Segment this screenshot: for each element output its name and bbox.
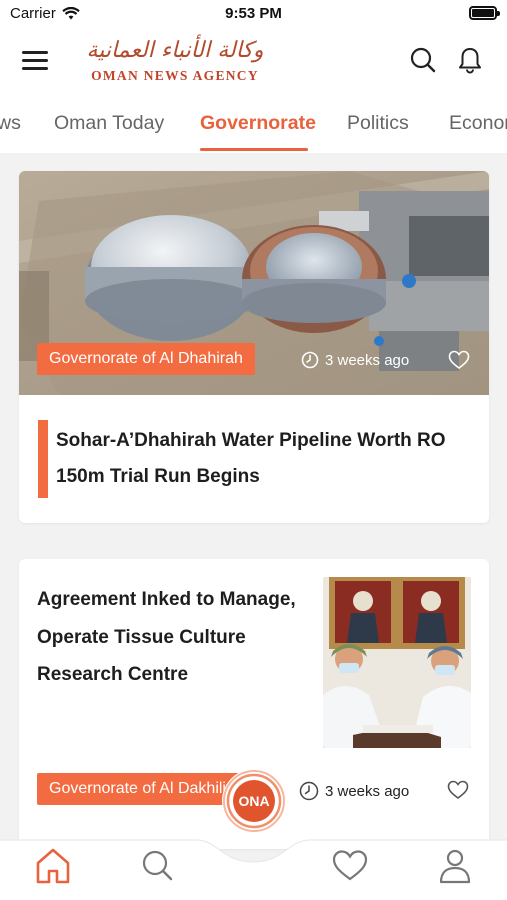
app-header: وكالة الأنباء العمانية OMAN NEWS AGENCY	[0, 28, 507, 96]
bottom-navigation-bar	[0, 832, 507, 900]
tab-economy[interactable]: Econom	[449, 112, 507, 135]
time-label: 3 weeks ago	[325, 782, 410, 800]
ona-center-button[interactable]: ONA	[221, 768, 287, 834]
article-title[interactable]: Sohar-A’Dhahirah Water Pipeline Worth RO…	[56, 423, 466, 495]
heart-icon[interactable]	[330, 846, 370, 886]
article-time: 3 weeks ago	[299, 781, 409, 801]
profile-icon[interactable]	[435, 846, 475, 886]
tab-oman-today[interactable]: Oman Today	[54, 112, 164, 135]
time-label: 3 weeks ago	[325, 351, 410, 369]
hamburger-menu-icon[interactable]	[22, 50, 48, 70]
bell-icon[interactable]	[455, 45, 485, 75]
article-time: 3 weeks ago	[301, 351, 409, 369]
status-bar: Carrier 9:53 PM	[0, 0, 507, 28]
search-icon[interactable]	[408, 45, 438, 75]
ona-label: ONA	[238, 793, 270, 809]
category-tabs: ws Oman Today Governorate Politics Econo…	[0, 96, 507, 153]
status-time: 9:53 PM	[225, 5, 282, 22]
logo-arabic-text: وكالة الأنباء العمانية	[86, 38, 264, 63]
favorite-heart-icon[interactable]	[447, 780, 469, 800]
clock-icon	[299, 781, 319, 801]
article-title[interactable]: Agreement Inked to Manage, Operate Tissu…	[37, 581, 327, 694]
article-image-agreement-signing[interactable]	[323, 577, 471, 748]
article-card[interactable]: Governorate of Al Dhahirah 3 weeks ago S…	[19, 171, 489, 523]
title-accent-bar	[38, 420, 48, 498]
favorite-heart-icon[interactable]	[448, 350, 470, 370]
battery-icon	[469, 6, 500, 20]
logo-english-text: OMAN NEWS AGENCY	[91, 68, 259, 83]
oman-news-agency-logo: وكالة الأنباء العمانية OMAN NEWS AGENCY	[80, 38, 270, 84]
tab-news[interactable]: ws	[0, 112, 21, 135]
bottom-nav-background	[0, 839, 507, 900]
tab-governorate[interactable]: Governorate	[200, 112, 316, 135]
active-tab-indicator	[200, 148, 308, 151]
search-icon[interactable]	[138, 846, 178, 886]
clock-icon	[301, 351, 319, 369]
tab-politics[interactable]: Politics	[347, 112, 409, 135]
home-icon[interactable]	[33, 846, 73, 886]
category-tag[interactable]: Governorate of Al Dhahirah	[37, 343, 255, 375]
